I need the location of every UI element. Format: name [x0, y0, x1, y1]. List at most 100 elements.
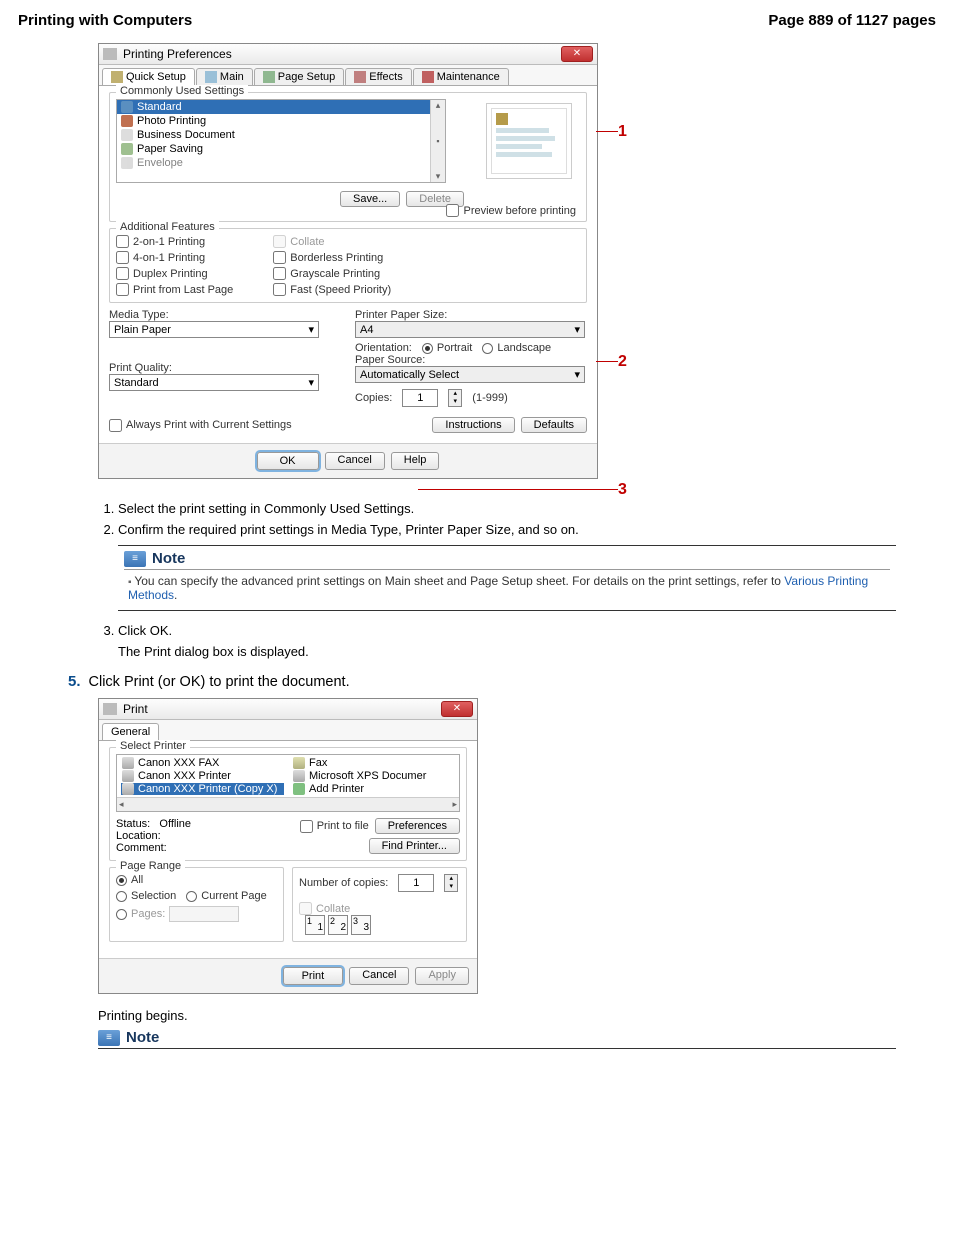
quick-setup-icon [111, 71, 123, 83]
page-range-label: Page Range [116, 860, 185, 872]
feature-checkbox[interactable]: Borderless Printing [273, 251, 391, 264]
maintenance-icon [422, 71, 434, 83]
status-label: Status: [116, 818, 150, 830]
printer-icon [122, 757, 134, 769]
defaults-button[interactable]: Defaults [521, 417, 587, 433]
document-icon [121, 129, 133, 141]
preferences-button[interactable]: Preferences [375, 818, 460, 834]
help-button[interactable]: Help [391, 452, 440, 470]
close-icon[interactable]: ✕ [561, 46, 593, 62]
list-item[interactable]: Fax [292, 757, 455, 769]
printing-preferences-dialog: Printing Preferences ✕ Quick Setup Main … [98, 43, 598, 479]
note-icon: ≡ [98, 1030, 120, 1046]
orientation-landscape-radio[interactable]: Landscape [482, 342, 551, 354]
note-icon: ≡ [124, 551, 146, 567]
close-icon[interactable]: ✕ [441, 701, 473, 717]
app-icon [103, 703, 117, 715]
copies-label: Copies: [355, 392, 392, 404]
page-range-all-radio[interactable]: All [116, 874, 277, 886]
additional-features-label: Additional Features [116, 221, 219, 233]
tab-maintenance[interactable]: Maintenance [413, 68, 509, 85]
standard-icon [121, 101, 133, 113]
list-item[interactable]: Standard [117, 100, 445, 114]
apply-button[interactable]: Apply [415, 967, 469, 985]
list-item[interactable]: Envelope [117, 156, 445, 170]
copies-input[interactable]: 1 [402, 389, 438, 407]
num-copies-label: Number of copies: [299, 877, 388, 889]
effects-icon [354, 71, 366, 83]
note-title: Note [152, 550, 185, 567]
num-copies-stepper[interactable]: ▴▾ [444, 874, 458, 892]
feature-checkbox[interactable]: Print from Last Page [116, 283, 233, 296]
paper-size-select[interactable]: A4▾ [355, 321, 585, 338]
location-label: Location: [116, 830, 191, 842]
callout-2: 2 [618, 353, 627, 371]
callout-1: 1 [618, 123, 627, 141]
page-range-selection-radio: Selection [116, 890, 176, 902]
pages-input [169, 906, 239, 922]
tab-page-setup[interactable]: Page Setup [254, 68, 345, 85]
commonly-used-settings-list[interactable]: Standard Photo Printing Business Documen… [116, 99, 446, 183]
copies-range: (1-999) [472, 392, 507, 404]
tab-quick-setup[interactable]: Quick Setup [102, 68, 195, 85]
list-item[interactable]: Business Document [117, 128, 445, 142]
tab-effects[interactable]: Effects [345, 68, 411, 85]
cancel-button[interactable]: Cancel [325, 452, 385, 470]
find-printer-button[interactable]: Find Printer... [369, 838, 460, 854]
feature-checkbox[interactable]: 2-on-1 Printing [116, 235, 233, 248]
media-type-select[interactable]: Plain Paper▾ [109, 321, 319, 338]
print-dialog: Print ✕ General Select Printer Canon XXX… [98, 698, 478, 994]
print-button[interactable]: Print [283, 967, 344, 985]
list-item[interactable]: Canon XXX Printer [121, 770, 284, 782]
feature-checkbox[interactable]: Collate [273, 235, 391, 248]
ok-button[interactable]: OK [257, 452, 319, 470]
tab-main[interactable]: Main [196, 68, 253, 85]
paper-source-select[interactable]: Automatically Select▾ [355, 366, 585, 383]
collate-checkbox: Collate [299, 902, 460, 915]
printer-list[interactable]: Canon XXX FAX Canon XXX Printer Canon XX… [116, 754, 460, 812]
printer-icon [122, 770, 134, 782]
scrollbar[interactable]: ▴▪▾ [430, 100, 445, 182]
list-item[interactable]: Add Printer [292, 783, 455, 795]
list-item[interactable]: Microsoft XPS Documer [292, 770, 455, 782]
save-button[interactable]: Save... [340, 191, 400, 207]
feature-checkbox[interactable]: Duplex Printing [116, 267, 233, 280]
tab-general[interactable]: General [102, 723, 159, 740]
step-2: Confirm the required print settings in M… [118, 522, 896, 611]
feature-checkbox[interactable]: Fast (Speed Priority) [273, 283, 391, 296]
list-item[interactable]: Paper Saving [117, 142, 445, 156]
always-print-checkbox[interactable]: Always Print with Current Settings [109, 419, 292, 432]
scrollbar[interactable]: ◂▸ [117, 797, 459, 811]
envelope-icon [121, 157, 133, 169]
instructions-button[interactable]: Instructions [432, 417, 514, 433]
printing-begins-text: Printing begins. [98, 1008, 896, 1023]
orientation-label: Orientation: [355, 342, 412, 354]
collate-preview-icon: 123 [305, 915, 371, 935]
list-item[interactable]: Photo Printing [117, 114, 445, 128]
list-item[interactable]: Canon XXX FAX [121, 757, 284, 769]
num-copies-input[interactable]: 1 [398, 874, 434, 892]
feature-checkbox[interactable]: 4-on-1 Printing [116, 251, 233, 264]
media-type-label: Media Type: [109, 309, 341, 321]
step-5-text: Click Print (or OK) to print the documen… [89, 674, 350, 690]
preview-before-printing-checkbox[interactable]: Preview before printing [446, 204, 576, 217]
printer-icon [293, 770, 305, 782]
cancel-button[interactable]: Cancel [349, 967, 409, 985]
radio-icon [116, 875, 127, 886]
radio-icon [422, 343, 433, 354]
step-3-sub: The Print dialog box is displayed. [118, 644, 896, 659]
list-item[interactable]: Canon XXX Printer (Copy X) [121, 783, 284, 795]
print-to-file-checkbox[interactable]: Print to file [300, 820, 369, 833]
print-quality-label: Print Quality: [109, 362, 341, 374]
orientation-portrait-radio[interactable]: Portrait [422, 342, 472, 354]
paper-saving-icon [121, 143, 133, 155]
print-quality-select[interactable]: Standard▾ [109, 374, 319, 391]
chevron-down-icon: ▾ [308, 376, 314, 389]
feature-checkbox[interactable]: Grayscale Printing [273, 267, 391, 280]
radio-icon [116, 891, 127, 902]
callout-3: 3 [618, 481, 627, 499]
copies-stepper[interactable]: ▴▾ [448, 389, 462, 407]
radio-icon [186, 891, 197, 902]
paper-source-label: Paper Source: [355, 354, 587, 366]
dialog-title: Print [123, 702, 148, 716]
